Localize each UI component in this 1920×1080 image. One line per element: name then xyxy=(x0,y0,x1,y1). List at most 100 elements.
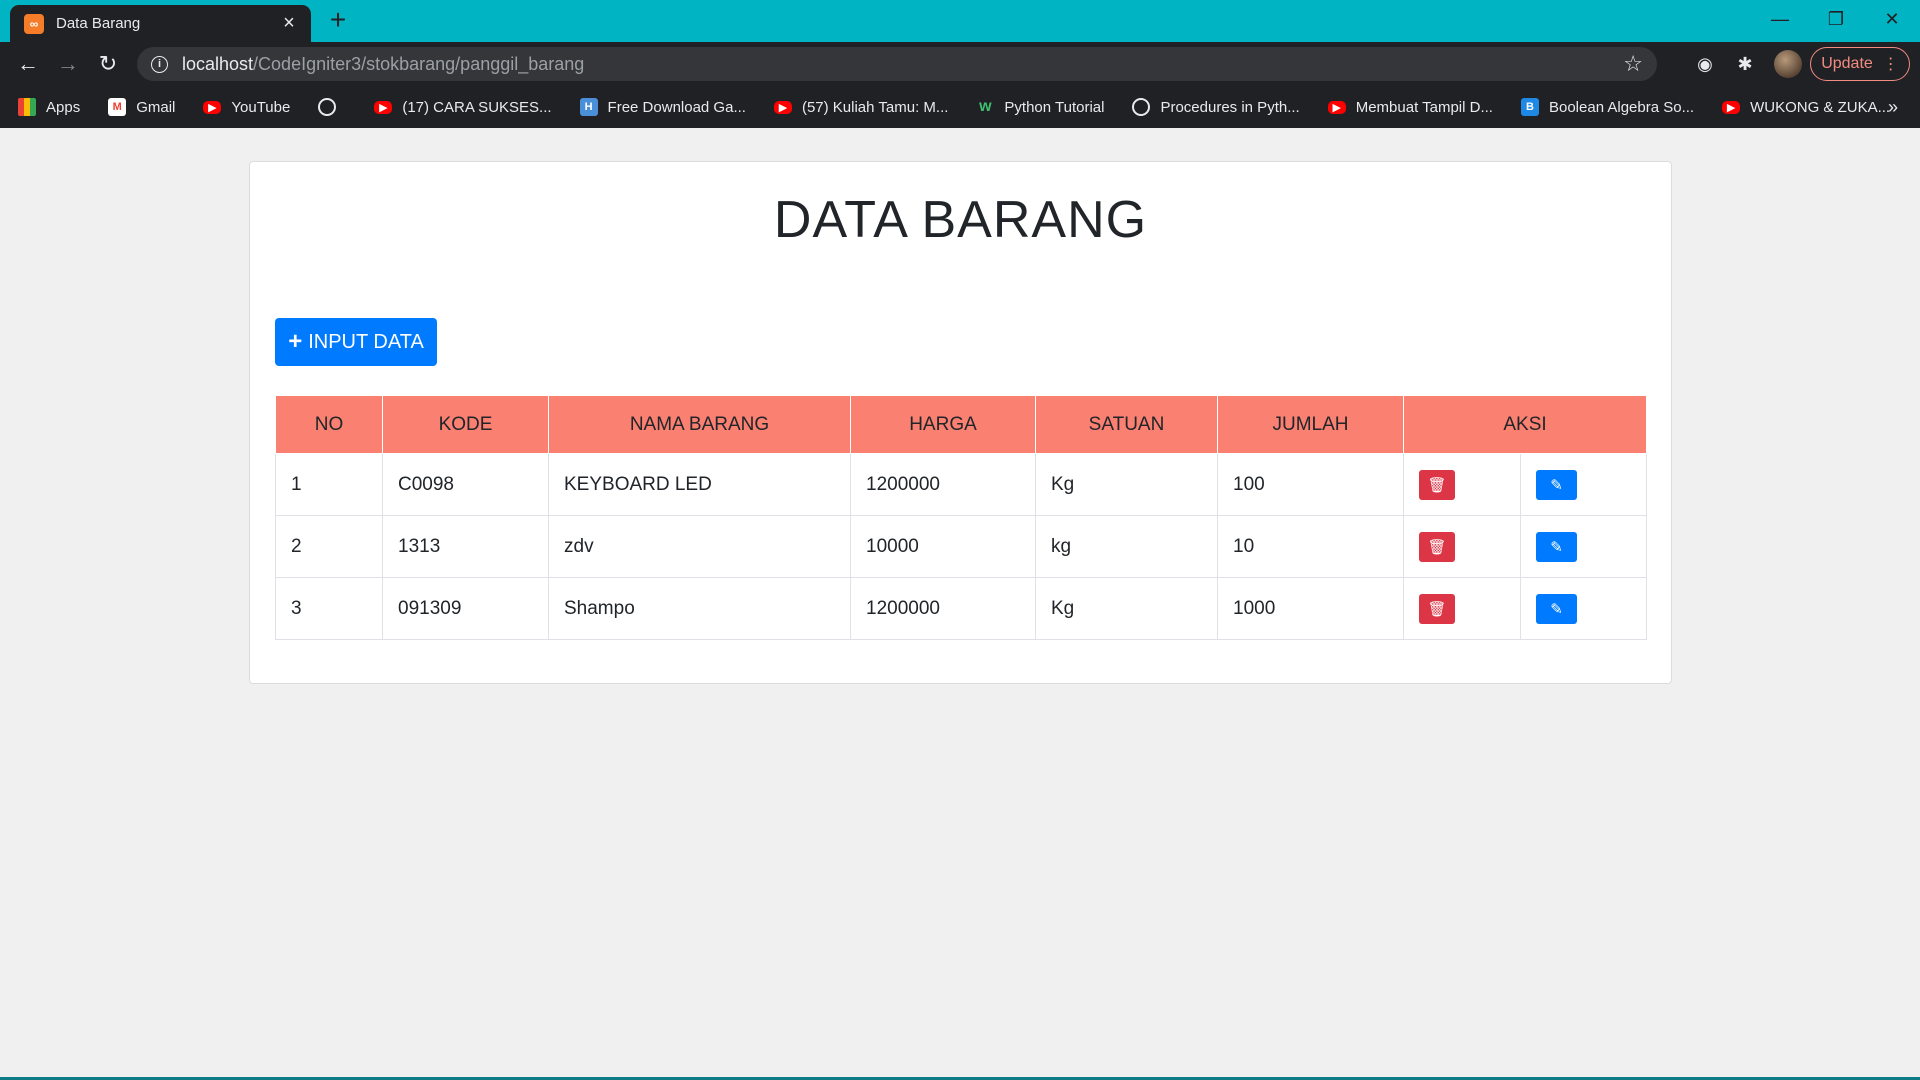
youtube-icon: ▶ xyxy=(374,100,393,114)
browser-tab[interactable]: ∞ Data Barang × xyxy=(10,5,311,42)
more-bookmarks-icon[interactable]: » xyxy=(1888,97,1898,118)
delete-button[interactable]: 🗑 xyxy=(1419,531,1455,562)
edit-icon: ✎ xyxy=(1550,600,1563,618)
address-bar[interactable]: i localhost/CodeIgniter3/stokbarang/pang… xyxy=(137,47,1657,81)
minimize-button[interactable]: — xyxy=(1752,0,1808,38)
cell-no: 2 xyxy=(275,515,383,578)
youtube-icon: ▶ xyxy=(1327,100,1346,114)
close-tab-icon[interactable]: × xyxy=(279,12,299,35)
edit-button[interactable]: ✎ xyxy=(1536,469,1577,500)
cell-satuan: kg xyxy=(1035,515,1218,578)
content-card: DATA BARANG + INPUT DATA NO KODE NAMA BA… xyxy=(249,161,1672,684)
bookmark-membuat-tampil[interactable]: ▶ Membuat Tampil D... xyxy=(1327,98,1493,116)
profile-avatar[interactable] xyxy=(1774,50,1802,78)
xampp-favicon-icon: ∞ xyxy=(24,13,44,34)
bookmark-label: Procedures in Pyth... xyxy=(1160,98,1300,116)
cell-nama: KEYBOARD LED xyxy=(548,453,851,516)
bookmark-label: Free Download Ga... xyxy=(607,98,746,116)
table-row: 2 1313 zdv 10000 kg 10 🗑 ✎ xyxy=(275,515,1647,578)
cell-nama: zdv xyxy=(548,515,851,578)
cell-jumlah: 1000 xyxy=(1217,577,1404,640)
delete-button[interactable]: 🗑 xyxy=(1419,469,1455,500)
cell-jumlah: 100 xyxy=(1217,453,1404,516)
back-button[interactable]: ← xyxy=(14,50,42,78)
cell-harga: 1200000 xyxy=(850,577,1036,640)
cell-delete: 🗑 xyxy=(1403,577,1521,640)
globe-icon xyxy=(1132,98,1151,116)
bookmark-label: Apps xyxy=(46,98,81,116)
url-host: localhost xyxy=(182,53,254,74)
bookmark-free-download[interactable]: H Free Download Ga... xyxy=(579,98,746,116)
update-button[interactable]: Update ⋮ xyxy=(1810,47,1910,81)
bookmark-cara-sukses[interactable]: ▶ (17) CARA SUKSES... xyxy=(374,98,552,116)
cell-delete: 🗑 xyxy=(1403,515,1521,578)
url-text[interactable]: localhost/CodeIgniter3/stokbarang/panggi… xyxy=(182,54,1623,75)
cell-kode: 091309 xyxy=(382,577,549,640)
edit-icon: ✎ xyxy=(1550,538,1563,556)
bookmark-boolean-algebra[interactable]: B Boolean Algebra So... xyxy=(1520,98,1695,116)
bookmark-apps[interactable]: Apps xyxy=(18,98,80,116)
browser-toolbar: ← → ↻ i localhost/CodeIgniter3/stokbaran… xyxy=(0,42,1920,86)
bookmark-kuliah-tamu[interactable]: ▶ (57) Kuliah Tamu: M... xyxy=(773,98,949,116)
edit-button[interactable]: ✎ xyxy=(1536,531,1577,562)
cell-satuan: Kg xyxy=(1035,577,1218,640)
reload-button[interactable]: ↻ xyxy=(94,50,122,78)
incognito-extension-icon[interactable]: ◉ xyxy=(1693,52,1717,76)
input-data-label: INPUT DATA xyxy=(308,330,424,353)
extensions-puzzle-icon[interactable]: ✱ xyxy=(1733,52,1757,76)
cell-no: 3 xyxy=(275,577,383,640)
col-header-nama: NAMA BARANG xyxy=(548,395,851,454)
bookmark-globe[interactable] xyxy=(318,98,346,116)
new-tab-button[interactable]: + xyxy=(324,6,352,34)
forward-button[interactable]: → xyxy=(54,50,82,78)
bookmark-wukong[interactable]: ▶ WUKONG & ZUKA... xyxy=(1722,99,1890,116)
cell-edit: ✎ xyxy=(1520,577,1647,640)
bookmark-procedures[interactable]: Procedures in Pyth... xyxy=(1132,98,1300,116)
trash-icon: 🗑 xyxy=(1427,600,1447,618)
cell-nama: Shampo xyxy=(548,577,851,640)
bookmark-label: WUKONG & ZUKA... xyxy=(1750,98,1891,116)
bookmark-label: Boolean Algebra So... xyxy=(1548,98,1695,116)
globe-icon xyxy=(318,98,337,116)
restore-button[interactable]: ❐ xyxy=(1808,0,1864,38)
menu-dots-icon: ⋮ xyxy=(1882,56,1899,73)
cell-edit: ✎ xyxy=(1520,453,1647,516)
gmail-icon: M xyxy=(108,98,127,116)
table-row: 3 091309 Shampo 1200000 Kg 1000 🗑 ✎ xyxy=(275,577,1647,640)
data-table: NO KODE NAMA BARANG HARGA SATUAN JUMLAH … xyxy=(275,395,1647,640)
col-header-satuan: SATUAN xyxy=(1035,395,1218,454)
browser-titlebar: ∞ Data Barang × + — ❐ ✕ xyxy=(0,0,1920,42)
bookmark-gmail[interactable]: M Gmail xyxy=(108,98,175,116)
trash-icon: 🗑 xyxy=(1427,476,1447,494)
apps-icon xyxy=(18,98,36,116)
input-data-button[interactable]: + INPUT DATA xyxy=(275,318,437,366)
h-icon: H xyxy=(579,98,598,116)
delete-button[interactable]: 🗑 xyxy=(1419,593,1455,624)
edit-button[interactable]: ✎ xyxy=(1536,593,1577,624)
bookmark-label: Membuat Tampil D... xyxy=(1355,98,1493,116)
table-row: 1 C0098 KEYBOARD LED 1200000 Kg 100 🗑 ✎ xyxy=(275,453,1647,516)
bookmark-star-icon[interactable]: ☆ xyxy=(1623,51,1643,77)
bookmark-youtube[interactable]: ▶ YouTube xyxy=(203,99,290,116)
cell-kode: C0098 xyxy=(382,453,549,516)
b-icon: B xyxy=(1520,98,1539,116)
bookmark-python-tutorial[interactable]: w Python Tutorial xyxy=(976,98,1104,116)
cell-harga: 1200000 xyxy=(850,453,1036,516)
cell-edit: ✎ xyxy=(1520,515,1647,578)
close-window-button[interactable]: ✕ xyxy=(1864,0,1920,38)
tab-title: Data Barang xyxy=(56,15,141,32)
info-icon[interactable]: i xyxy=(151,55,168,73)
w-icon: w xyxy=(979,98,992,115)
cell-delete: 🗑 xyxy=(1403,453,1521,516)
bookmark-label: Gmail xyxy=(136,98,176,116)
bookmarks-bar: Apps M Gmail ▶ YouTube ▶ (17) CARA SUKSES..… xyxy=(0,86,1920,128)
bookmark-label: Python Tutorial xyxy=(1004,98,1105,116)
bookmark-label: (57) Kuliah Tamu: M... xyxy=(801,98,949,116)
col-header-harga: HARGA xyxy=(850,395,1036,454)
youtube-icon: ▶ xyxy=(1722,100,1741,114)
window-controls: — ❐ ✕ xyxy=(1752,0,1920,38)
youtube-icon: ▶ xyxy=(773,100,792,114)
cell-harga: 10000 xyxy=(850,515,1036,578)
edit-icon: ✎ xyxy=(1550,476,1563,494)
bookmark-label: (17) CARA SUKSES... xyxy=(402,98,552,116)
